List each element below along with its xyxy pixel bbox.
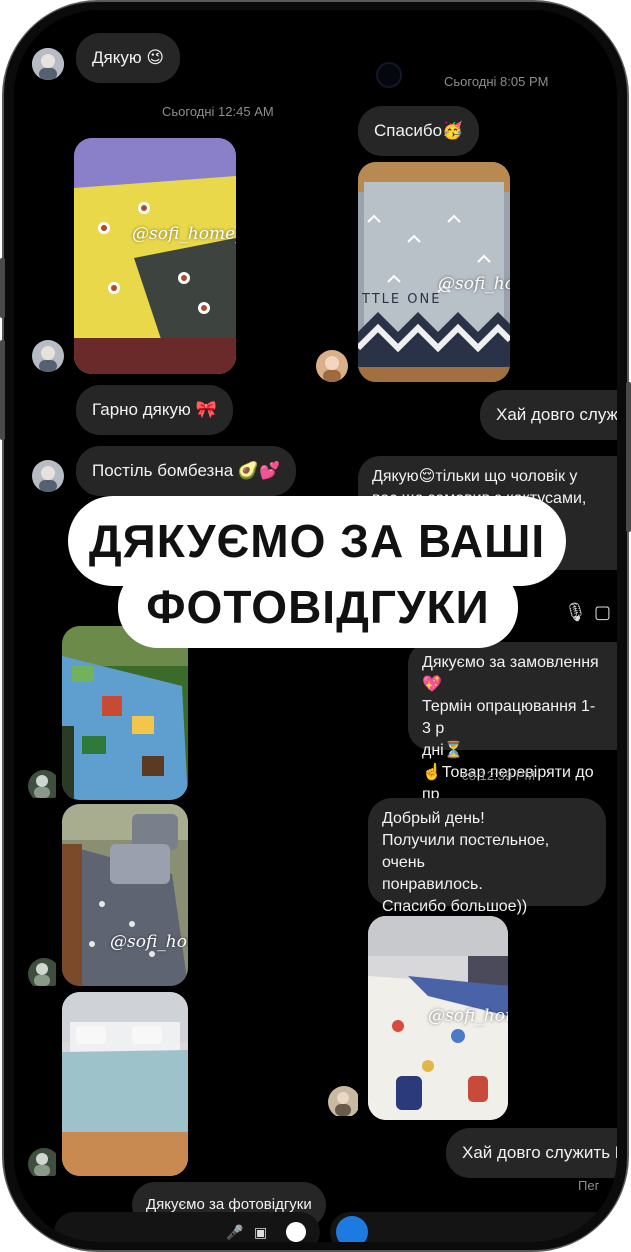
avatar[interactable] — [28, 770, 60, 802]
watermark: @sofi_home_night — [428, 1006, 508, 1026]
avatar[interactable] — [32, 340, 64, 372]
plus-icon[interactable] — [286, 1222, 306, 1242]
chat-actions[interactable]: 🎙 ▢ — [502, 600, 617, 630]
front-camera — [376, 62, 402, 88]
message-bubble[interactable]: Гарно дякую 🎀 — [76, 385, 233, 435]
review-photo[interactable]: TTLE ONE @sofi_home_night — [358, 162, 510, 382]
print-text: TTLE ONE — [362, 292, 442, 307]
review-photo[interactable]: @sofi_home_night — [74, 138, 236, 374]
timestamp: Сьогодні 12:45 AM — [162, 104, 274, 119]
message-bubble[interactable]: Дякую 😉 — [76, 33, 181, 83]
timestamp: Сьогодні 8:05 PM — [444, 74, 549, 89]
timestamp: сб 12:39 PM — [462, 768, 536, 783]
avatar[interactable] — [32, 48, 64, 80]
review-photo[interactable]: @sofi_home_night — [62, 804, 188, 986]
avatar[interactable] — [32, 460, 64, 492]
message-bubble[interactable]: Хай довго служить Е — [446, 1128, 617, 1178]
message-bubble[interactable]: Хай довго служ — [480, 390, 617, 440]
timestamp: Пег — [578, 1178, 600, 1193]
volume-down-button — [0, 340, 5, 440]
message-composer[interactable] — [330, 1212, 617, 1242]
avatar[interactable] — [328, 1086, 360, 1118]
review-photo[interactable] — [62, 992, 188, 1176]
volume-up-button — [0, 258, 5, 318]
gallery-icon[interactable]: ▢ — [594, 602, 611, 623]
camera-icon[interactable] — [336, 1216, 368, 1242]
mic-icon[interactable]: 🎤 — [226, 1224, 243, 1241]
power-button — [626, 382, 631, 532]
watermark: @sofi_home_night — [110, 932, 188, 952]
watermark: @sofi_home_night — [438, 274, 510, 294]
avatar[interactable] — [316, 350, 348, 382]
review-photo[interactable] — [62, 626, 188, 800]
message-bubble[interactable]: Добрый день! Получили постельное, очень … — [368, 798, 606, 915]
avatar[interactable] — [28, 958, 60, 990]
message-bubble[interactable]: Постіль бомбезна 🥑💕 — [76, 446, 297, 496]
message-bubble[interactable]: Дякуємо за замовлення💖 Термін опрацюванн… — [408, 642, 617, 803]
message-bubble[interactable]: Спасибо🥳 — [358, 106, 480, 156]
avatar[interactable] — [28, 1148, 60, 1180]
mic-icon[interactable]: 🎙 — [564, 602, 587, 623]
message-composer[interactable]: 🎤 ▣ — [54, 1212, 320, 1242]
headline-banner-line2: ФОТОВІДГУКИ — [118, 566, 518, 648]
watermark: @sofi_home_night — [132, 224, 236, 244]
review-photo[interactable]: @sofi_home_night — [368, 916, 508, 1120]
gallery-icon[interactable]: ▣ — [254, 1224, 267, 1241]
